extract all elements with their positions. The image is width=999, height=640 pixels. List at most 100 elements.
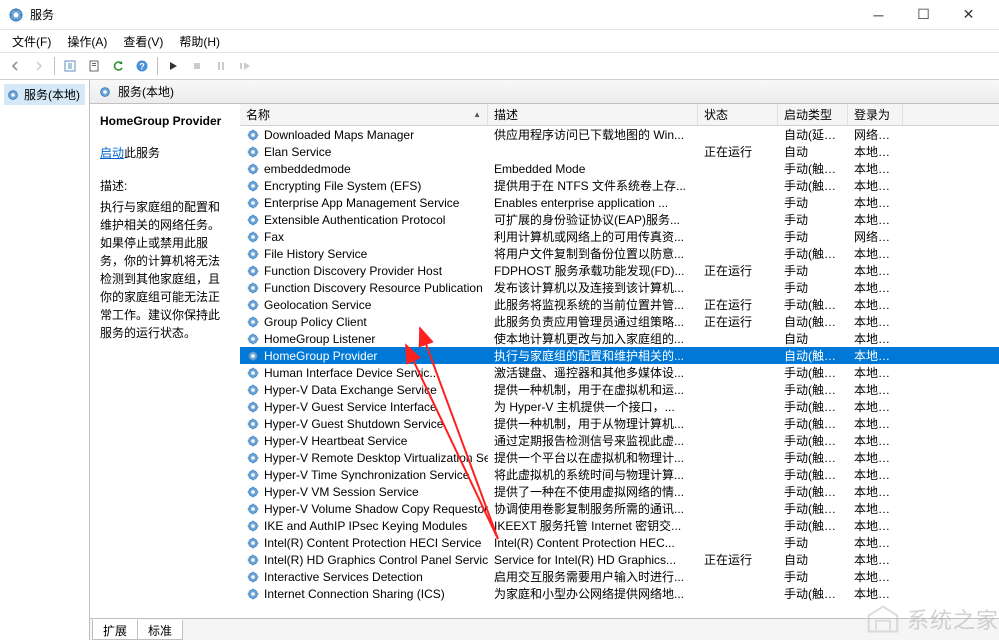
help-button[interactable]: ? <box>131 55 153 77</box>
service-row[interactable]: embeddedmodeEmbedded Mode手动(触发...本地系... <box>240 160 999 177</box>
menu-action[interactable]: 操作(A) <box>59 31 115 52</box>
cell-startup: 手动(触发... <box>778 381 848 398</box>
service-row[interactable]: Encrypting File System (EFS)提供用于在 NTFS 文… <box>240 177 999 194</box>
cell-logon: 本地系... <box>848 415 903 432</box>
cell-desc: Service for Intel(R) HD Graphics... <box>488 553 698 567</box>
cell-name: Hyper-V Time Synchronization Service <box>240 468 488 482</box>
detail-panel: HomeGroup Provider 启动此服务 描述: 执行与家庭组的配置和维… <box>90 104 240 618</box>
cell-startup: 自动(延迟... <box>778 126 848 143</box>
menu-view[interactable]: 查看(V) <box>115 31 171 52</box>
service-row[interactable]: Internet Connection Sharing (ICS)为家庭和小型办… <box>240 585 999 602</box>
column-logon[interactable]: 登录为 <box>848 104 903 125</box>
service-row[interactable]: Hyper-V Volume Shadow Copy Requestor协调使用… <box>240 500 999 517</box>
tab-standard[interactable]: 标准 <box>137 620 183 640</box>
service-row[interactable]: Hyper-V VM Session Service提供了一种在不使用虚拟网络的… <box>240 483 999 500</box>
cell-name: Hyper-V Heartbeat Service <box>240 434 488 448</box>
restart-button[interactable] <box>234 55 256 77</box>
cell-desc: 提供了一种在不使用虚拟网络的情... <box>488 483 698 500</box>
refresh-button[interactable] <box>107 55 129 77</box>
service-row[interactable]: Fax利用计算机或网络上的可用传真资...手动网络服... <box>240 228 999 245</box>
cell-logon: 本地服... <box>848 466 903 483</box>
service-row[interactable]: Hyper-V Guest Shutdown Service提供一种机制，用于从… <box>240 415 999 432</box>
service-row[interactable]: File History Service将用户文件复制到备份位置以防意...手动… <box>240 245 999 262</box>
cell-startup: 自动(触发... <box>778 313 848 330</box>
forward-button[interactable] <box>28 55 50 77</box>
column-status[interactable]: 状态 <box>698 104 778 125</box>
close-button[interactable]: ✕ <box>946 1 991 29</box>
cell-startup: 手动 <box>778 262 848 279</box>
watermark-icon <box>865 603 901 635</box>
cell-startup: 手动 <box>778 228 848 245</box>
cell-startup: 手动(触发... <box>778 466 848 483</box>
service-row[interactable]: IKE and AuthIP IPsec Keying ModulesIKEEX… <box>240 517 999 534</box>
cell-logon: 本地系... <box>848 398 903 415</box>
tree-pane: 服务(本地) <box>0 80 90 640</box>
cell-name: Downloaded Maps Manager <box>240 128 488 142</box>
cell-name: Encrypting File System (EFS) <box>240 179 488 193</box>
cell-startup: 手动(触发... <box>778 517 848 534</box>
cell-logon: 本地系... <box>848 517 903 534</box>
service-row[interactable]: Geolocation Service此服务将监视系统的当前位置并管...正在运… <box>240 296 999 313</box>
cell-desc: 此服务负责应用管理员通过组策略... <box>488 313 698 330</box>
cell-startup: 手动(触发... <box>778 177 848 194</box>
tree-root-item[interactable]: 服务(本地) <box>4 84 85 105</box>
tree-root-label: 服务(本地) <box>24 86 80 103</box>
cell-logon: 本地服... <box>848 279 903 296</box>
service-row[interactable]: Enterprise App Management ServiceEnables… <box>240 194 999 211</box>
service-row[interactable]: Intel(R) Content Protection HECI Service… <box>240 534 999 551</box>
stop-button[interactable] <box>186 55 208 77</box>
service-row[interactable]: Hyper-V Heartbeat Service通过定期报告检测信号来监视此虚… <box>240 432 999 449</box>
menu-help[interactable]: 帮助(H) <box>171 31 228 52</box>
pause-button[interactable] <box>210 55 232 77</box>
list-body[interactable]: Downloaded Maps Manager供应用程序访问已下载地图的 Win… <box>240 126 999 618</box>
start-button[interactable] <box>162 55 184 77</box>
menu-file[interactable]: 文件(F) <box>4 31 59 52</box>
service-row[interactable]: HomeGroup Provider执行与家庭组的配置和维护相关的...自动(触… <box>240 347 999 364</box>
service-row[interactable]: Function Discovery Provider HostFDPHOST … <box>240 262 999 279</box>
sort-arrow-icon: ▲ <box>473 110 481 119</box>
service-row[interactable]: Hyper-V Remote Desktop Virtualization Se… <box>240 449 999 466</box>
maximize-button[interactable]: ☐ <box>901 1 946 29</box>
service-row[interactable]: Elan Service正在运行自动本地系... <box>240 143 999 160</box>
cell-startup: 手动(触发... <box>778 160 848 177</box>
cell-name: Geolocation Service <box>240 298 488 312</box>
service-row[interactable]: Interactive Services Detection启用交互服务需要用户… <box>240 568 999 585</box>
service-row[interactable]: Extensible Authentication Protocol可扩展的身份… <box>240 211 999 228</box>
detail-service-title: HomeGroup Provider <box>100 114 230 128</box>
service-row[interactable]: Function Discovery Resource Publication发… <box>240 279 999 296</box>
cell-logon: 网络服... <box>848 126 903 143</box>
start-service-link[interactable]: 启动 <box>100 146 124 160</box>
filter-button[interactable] <box>83 55 105 77</box>
service-row[interactable]: Hyper-V Guest Service Interface为 Hyper-V… <box>240 398 999 415</box>
column-name[interactable]: 名称▲ <box>240 104 488 125</box>
right-header-title: 服务(本地) <box>118 83 174 100</box>
cell-logon: 本地系... <box>848 381 903 398</box>
cell-logon: 本地系... <box>848 483 903 500</box>
service-row[interactable]: Intel(R) HD Graphics Control Panel Servi… <box>240 551 999 568</box>
cell-logon: 本地系... <box>848 568 903 585</box>
list-header: 名称▲ 描述 状态 启动类型 登录为 <box>240 104 999 126</box>
cell-startup: 手动 <box>778 211 848 228</box>
cell-logon: 本地系... <box>848 364 903 381</box>
cell-startup: 手动 <box>778 279 848 296</box>
column-startup[interactable]: 启动类型 <box>778 104 848 125</box>
toolbar: ? <box>0 52 999 80</box>
service-row[interactable]: Human Interface Device Servic...激活键盘、遥控器… <box>240 364 999 381</box>
minimize-button[interactable]: ─ <box>856 1 901 29</box>
export-button[interactable] <box>59 55 81 77</box>
column-desc[interactable]: 描述 <box>488 104 698 125</box>
service-row[interactable]: HomeGroup Listener使本地计算机更改与加入家庭组的...自动本地… <box>240 330 999 347</box>
service-row[interactable]: Hyper-V Data Exchange Service提供一种机制，用于在虚… <box>240 381 999 398</box>
cell-name: Hyper-V VM Session Service <box>240 485 488 499</box>
service-row[interactable]: Downloaded Maps Manager供应用程序访问已下载地图的 Win… <box>240 126 999 143</box>
cell-logon: 本地系... <box>848 330 903 347</box>
back-button[interactable] <box>4 55 26 77</box>
cell-startup: 手动(触发... <box>778 432 848 449</box>
tab-extended[interactable]: 扩展 <box>92 619 138 640</box>
cell-status: 正在运行 <box>698 296 778 313</box>
separator <box>54 57 55 75</box>
service-row[interactable]: Group Policy Client此服务负责应用管理员通过组策略...正在运… <box>240 313 999 330</box>
service-row[interactable]: Hyper-V Time Synchronization Service将此虚拟… <box>240 466 999 483</box>
cell-desc: 协调使用卷影复制服务所需的通讯... <box>488 500 698 517</box>
cell-logon: 本地系... <box>848 500 903 517</box>
